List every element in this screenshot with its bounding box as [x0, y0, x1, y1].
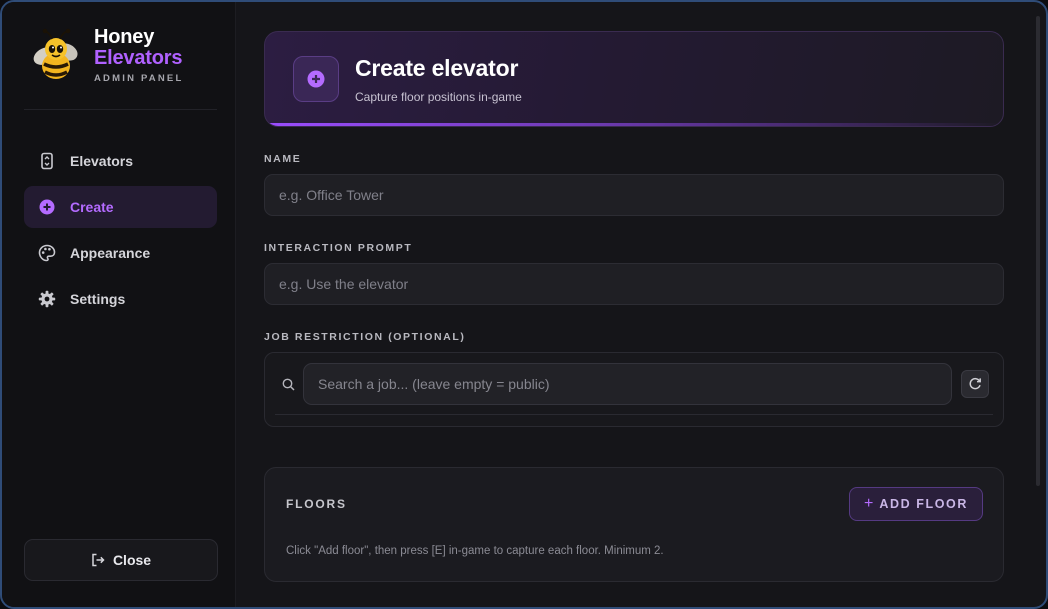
add-floor-label: ADD FLOOR — [879, 497, 969, 511]
sidebar-item-appearance[interactable]: Appearance — [24, 232, 217, 274]
brand-text: Honey Elevators ADMIN PANEL — [94, 27, 183, 84]
sidebar-item-label: Settings — [70, 291, 126, 307]
page-title: Create elevator — [355, 54, 519, 81]
sidebar-item-label: Create — [70, 199, 114, 215]
brand: Honey Elevators ADMIN PANEL — [24, 2, 217, 110]
job-restriction-panel — [264, 352, 1004, 427]
page-header: Create elevator Capture floor positions … — [264, 31, 1004, 127]
brand-subtitle: ADMIN PANEL — [94, 73, 184, 85]
add-floor-button[interactable]: + ADD FLOOR — [849, 487, 983, 521]
sidebar-nav: Elevators Create Appearance Settings — [24, 140, 217, 320]
brand-title-accent: Elevators — [94, 47, 183, 70]
sidebar-item-settings[interactable]: Settings — [24, 278, 217, 320]
elevator-icon — [38, 152, 56, 170]
interaction-prompt-input[interactable] — [264, 263, 1004, 305]
name-input[interactable] — [264, 174, 1004, 216]
scrollbar[interactable] — [1036, 16, 1040, 486]
palette-icon — [38, 244, 56, 262]
sidebar-item-elevators[interactable]: Elevators — [24, 140, 217, 182]
create-icon-badge — [293, 56, 339, 102]
name-label: NAME — [264, 153, 302, 165]
bee-logo-icon — [33, 28, 78, 79]
job-search-input[interactable] — [303, 363, 952, 405]
page-subtitle: Capture floor positions in-game — [355, 89, 522, 104]
plus-icon: + — [863, 495, 874, 512]
plus-circle-icon — [307, 70, 325, 88]
sidebar: Honey Elevators ADMIN PANEL Elevators Cr… — [2, 2, 236, 607]
sidebar-item-create[interactable]: Create — [24, 186, 217, 228]
close-button-label: Close — [112, 552, 152, 568]
refresh-icon — [969, 377, 981, 390]
floors-section: FLOORS + ADD FLOOR Click "Add floor", th… — [264, 467, 1004, 582]
sidebar-item-label: Appearance — [70, 245, 151, 261]
app-window: Honey Elevators ADMIN PANEL Elevators Cr… — [0, 0, 1048, 609]
interaction-prompt-label: INTERACTION PROMPT — [264, 242, 413, 254]
brand-title: Honey — [94, 26, 155, 49]
header-text: Create elevator Capture floor positions … — [355, 55, 522, 104]
job-search-row — [279, 363, 993, 405]
sidebar-item-label: Elevators — [70, 153, 134, 169]
floors-hint: Click "Add floor", then press [E] in-gam… — [286, 545, 664, 557]
logout-icon — [92, 553, 105, 567]
refresh-button[interactable] — [961, 370, 989, 398]
floors-title: FLOORS — [286, 497, 347, 511]
gear-icon — [38, 290, 56, 308]
main-content: Create elevator Capture floor positions … — [236, 2, 1046, 607]
close-button[interactable]: Close — [24, 539, 218, 581]
search-icon — [279, 375, 297, 393]
plus-circle-icon — [38, 198, 56, 216]
divider — [275, 414, 993, 415]
job-restriction-label: JOB RESTRICTION (OPTIONAL) — [264, 331, 466, 343]
